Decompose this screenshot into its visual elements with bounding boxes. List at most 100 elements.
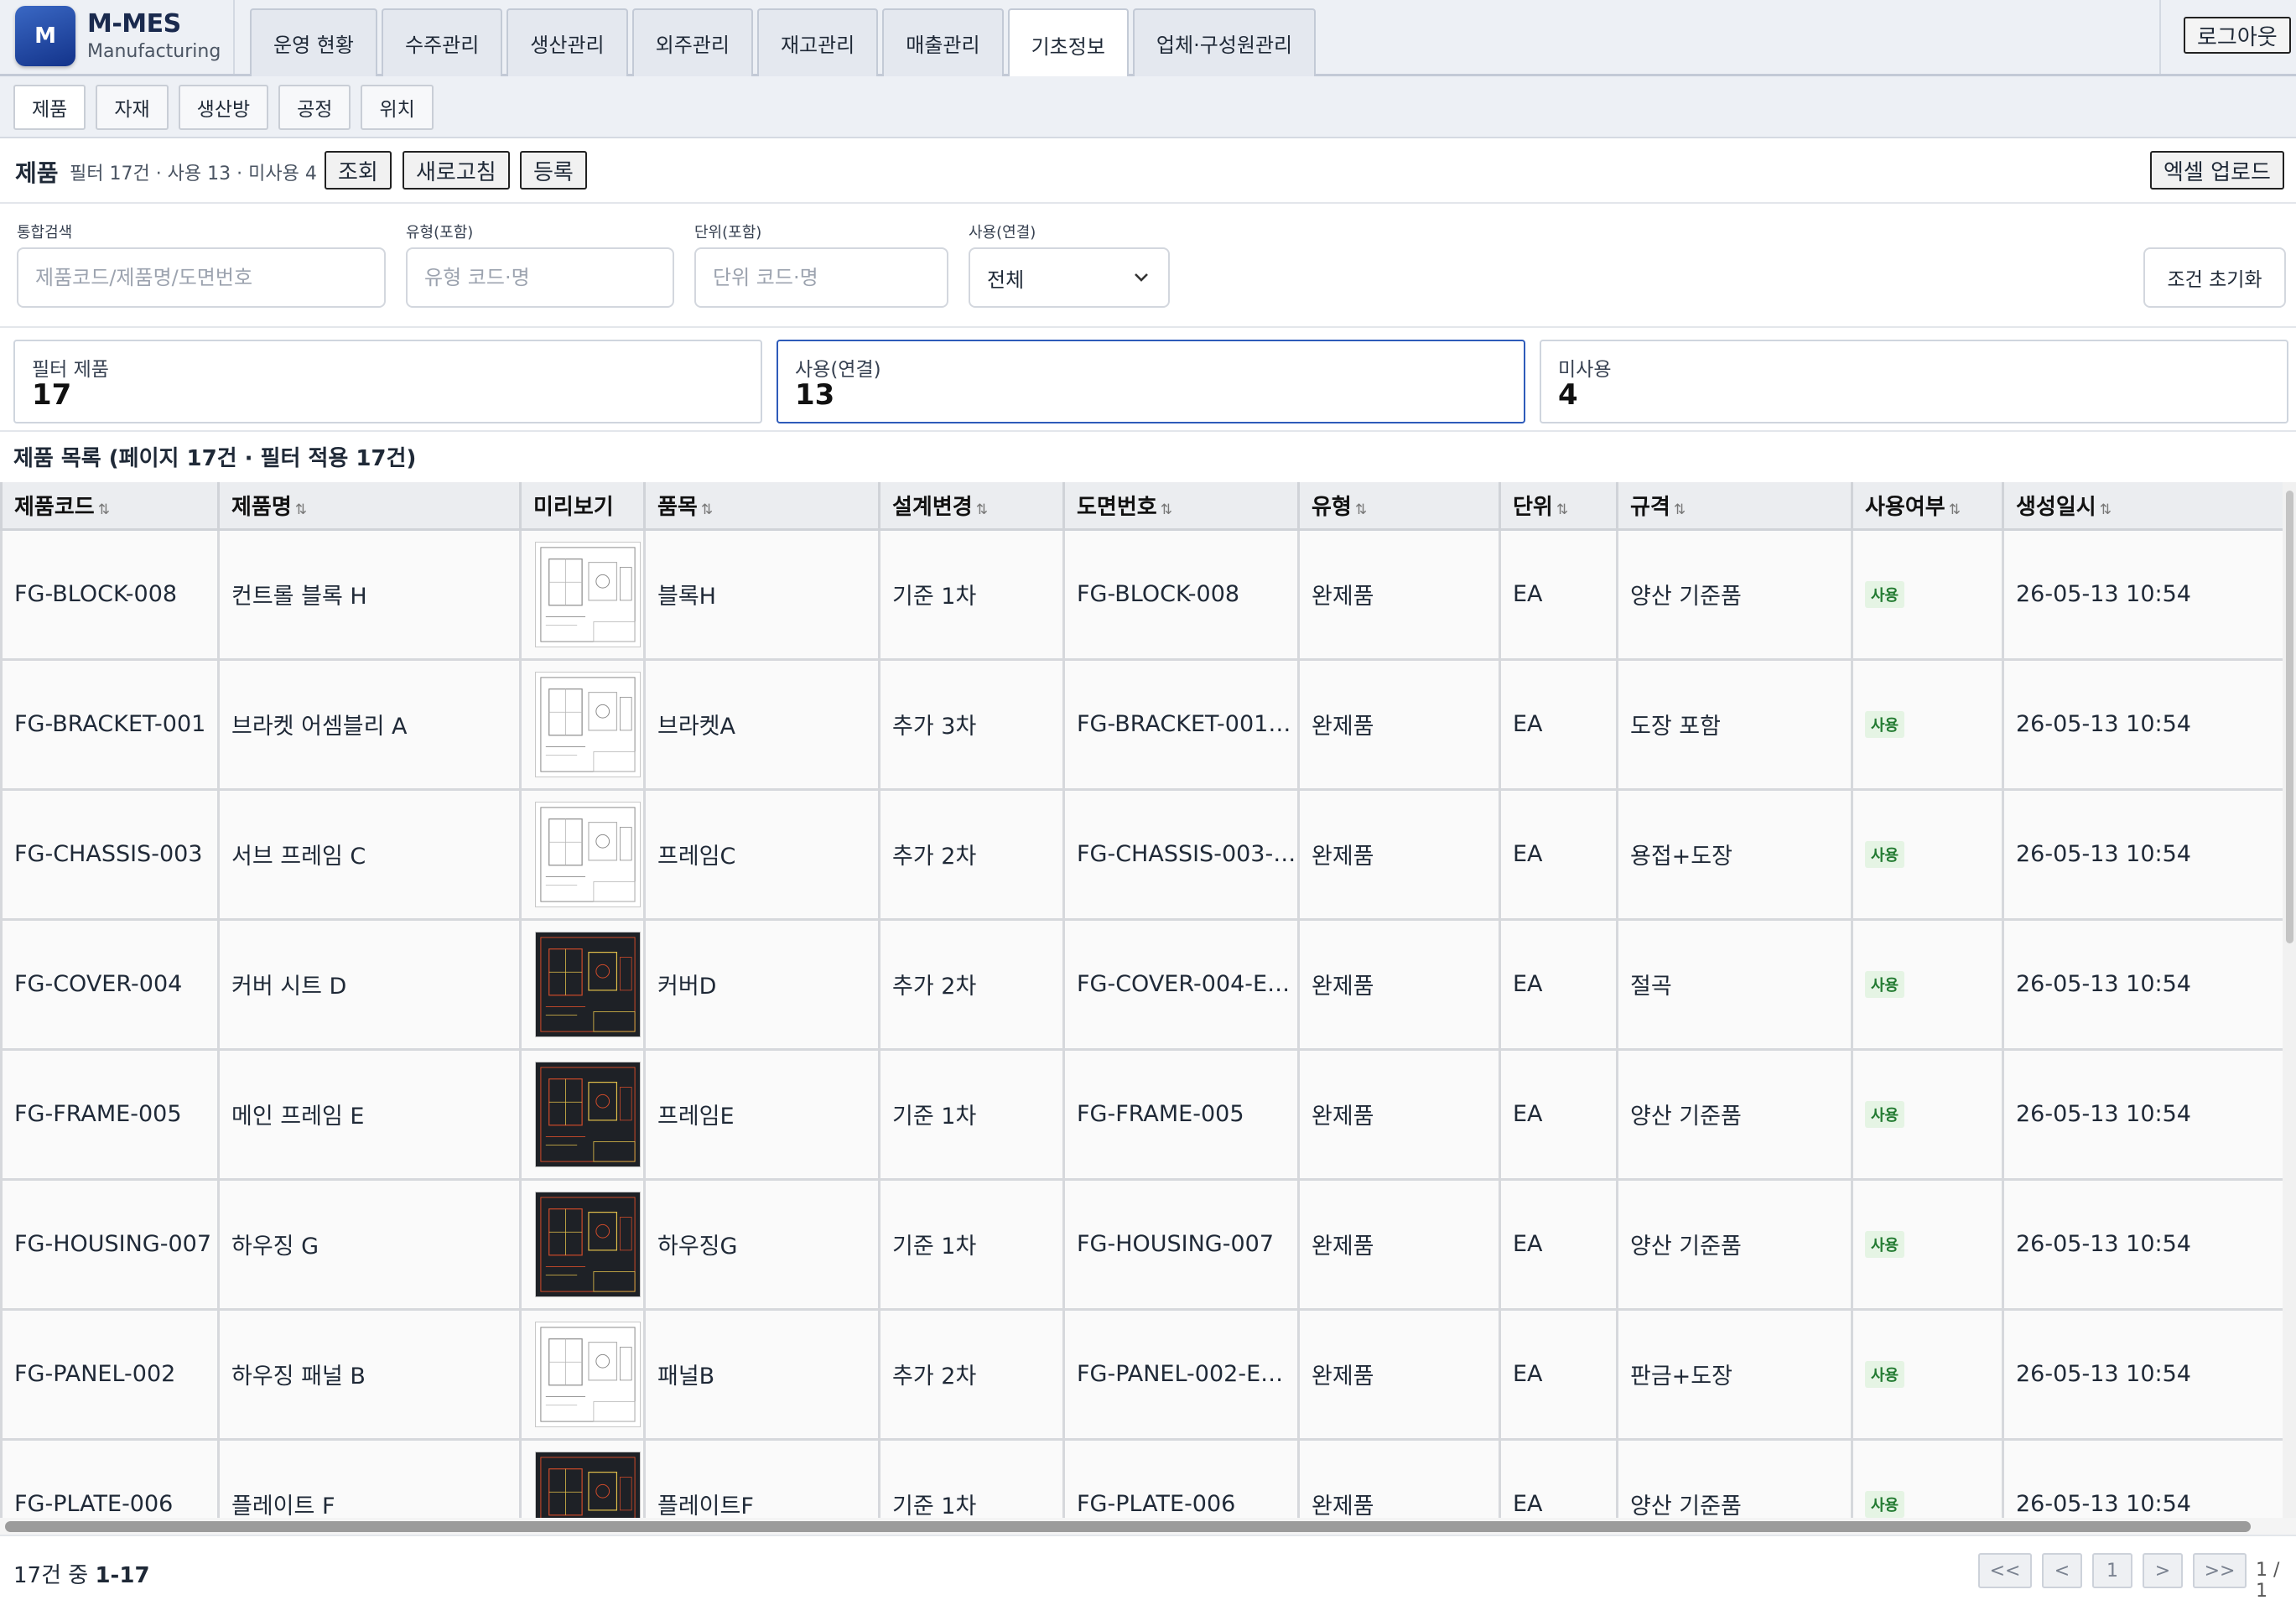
- tab-orders[interactable]: 수주관리: [381, 8, 503, 76]
- product-code-cell: FG-HOUSING-007: [0, 1177, 220, 1311]
- status-badge: 사용: [1865, 1231, 1905, 1258]
- scroll-thumb[interactable]: [5, 1521, 2251, 1532]
- type-cell: 완제품: [1297, 787, 1501, 921]
- created-at-cell: 26-05-13 10:54: [2002, 1177, 2283, 1311]
- column-header[interactable]: 규격 ⇅: [1616, 482, 1853, 531]
- type-cell: 완제품: [1297, 657, 1501, 791]
- drawing-thumbnail-icon: [535, 801, 641, 907]
- column-header[interactable]: 사용여부 ⇅: [1851, 482, 2004, 531]
- sort-icon: ⇅: [1160, 501, 1172, 518]
- status-cell: 사용: [1851, 787, 2004, 921]
- status-badge: 사용: [1865, 581, 1905, 608]
- created-at-cell: 26-05-13 10:54: [2002, 1437, 2283, 1518]
- last-page-button[interactable]: >>: [2193, 1553, 2247, 1588]
- unit-cell: EA: [1499, 1307, 1618, 1441]
- product-name-cell: 서브 프레임 C: [217, 787, 522, 921]
- subtab-product[interactable]: 제품: [13, 85, 86, 130]
- page-info: 1 / 1: [2256, 1560, 2280, 1600]
- filtered-products-card[interactable]: 필터 제품 17: [13, 340, 762, 423]
- search-button[interactable]: 조회: [325, 151, 392, 190]
- column-header[interactable]: 제품명 ⇅: [217, 482, 522, 531]
- vertical-scrollbar[interactable]: [2283, 482, 2296, 1518]
- preview-cell: [519, 787, 646, 921]
- column-header[interactable]: 제품코드 ⇅: [0, 482, 220, 531]
- type-cell: 완제품: [1297, 1437, 1501, 1518]
- product-name-cell: 메인 프레임 E: [217, 1047, 522, 1181]
- current-page-button[interactable]: 1: [2092, 1553, 2132, 1588]
- count-range: 1-17: [95, 1563, 150, 1588]
- subtab-production-room[interactable]: 생산방: [178, 85, 269, 130]
- created-at-cell: 26-05-13 10:54: [2002, 1047, 2283, 1181]
- main-tabs: 운영 현황 수주관리 생산관리 외주관리 재고관리 매출관리 기초정보 업체·구…: [250, 8, 1317, 79]
- drawing-thumbnail-icon: [535, 541, 641, 647]
- item-cell: 커버D: [643, 917, 880, 1051]
- app-logo[interactable]: M M-MES Manufacturing: [15, 6, 231, 71]
- top-navigation-bar: M M-MES Manufacturing 운영 현황 수주관리 생산관리 외주…: [0, 0, 2296, 79]
- card-value: 4: [1558, 378, 1578, 412]
- preview-cell: [519, 1437, 646, 1518]
- tab-production[interactable]: 생산관리: [506, 8, 628, 76]
- tab-partners-members[interactable]: 업체·구성원관리: [1132, 8, 1317, 76]
- product-name-cell: 커버 시트 D: [217, 917, 522, 1051]
- table-row[interactable]: FG-CHASSIS-003 서브 프레임 C 프레임C 추가 2차 FG-CHASSI…: [0, 787, 2283, 921]
- first-page-button[interactable]: <<: [1978, 1553, 2032, 1588]
- status-badge: 사용: [1865, 1361, 1905, 1388]
- product-name-cell: 플레이트 F: [217, 1437, 522, 1518]
- table-row[interactable]: FG-FRAME-005 메인 프레임 E 프레임E 기준 1차 FG-FRAME-00…: [0, 1047, 2283, 1181]
- column-header[interactable]: 품목 ⇅: [643, 482, 880, 531]
- table-row[interactable]: FG-BRACKET-001 브라켓 어셈블리 A 브라켓A 추가 3차 FG-BRAC…: [0, 657, 2283, 791]
- used-products-card[interactable]: 사용(연결) 13: [777, 340, 1525, 423]
- tab-outsourcing[interactable]: 외주관리: [631, 8, 753, 76]
- column-header[interactable]: 단위 ⇅: [1499, 482, 1618, 531]
- register-button[interactable]: 등록: [520, 151, 587, 190]
- status-cell: 사용: [1851, 1307, 2004, 1441]
- next-page-button[interactable]: >: [2143, 1553, 2183, 1588]
- column-header[interactable]: 도면번호 ⇅: [1062, 482, 1300, 531]
- excel-upload-button[interactable]: 엑셀 업로드: [2150, 151, 2284, 190]
- status-cell: 사용: [1851, 657, 2004, 791]
- horizontal-scrollbar[interactable]: [0, 1518, 2296, 1535]
- unused-products-card[interactable]: 미사용 4: [1540, 340, 2288, 423]
- table-row[interactable]: FG-HOUSING-007 하우징 G 하우징G 기준 1차 FG-HOUSING-0…: [0, 1177, 2283, 1311]
- card-label: 미사용: [1558, 359, 1612, 381]
- scroll-thumb[interactable]: [2286, 491, 2293, 943]
- table-row[interactable]: FG-BLOCK-008 컨트롤 블록 H 블록H 기준 1차 FG-BLOCK-008…: [0, 527, 2283, 661]
- subtab-process[interactable]: 공정: [278, 85, 351, 130]
- product-code-cell: FG-COVER-004: [0, 917, 220, 1051]
- status-badge: 사용: [1865, 1491, 1905, 1518]
- unit-input[interactable]: [694, 247, 948, 308]
- drawing-thumbnail-icon: [535, 1191, 641, 1297]
- item-cell: 하우징G: [643, 1177, 880, 1311]
- spec-cell: 양산 기준품: [1616, 527, 1853, 661]
- tab-inventory[interactable]: 재고관리: [756, 8, 879, 76]
- tab-operations[interactable]: 운영 현황: [250, 8, 377, 76]
- tab-master-data[interactable]: 기초정보: [1007, 8, 1129, 79]
- created-at-cell: 26-05-13 10:54: [2002, 527, 2283, 661]
- logout-button[interactable]: 로그아웃: [2184, 17, 2291, 54]
- refresh-button[interactable]: 새로고침: [403, 151, 510, 190]
- unit-cell: EA: [1499, 1177, 1618, 1311]
- column-header[interactable]: 설계변경 ⇅: [878, 482, 1065, 531]
- prev-page-button[interactable]: <: [2042, 1553, 2082, 1588]
- card-value: 17: [32, 378, 72, 412]
- column-header[interactable]: 생성일시 ⇅: [2002, 482, 2283, 531]
- type-input[interactable]: [406, 247, 674, 308]
- card-label: 필터 제품: [32, 359, 109, 381]
- column-label: 단위: [1513, 494, 1553, 520]
- column-header[interactable]: 유형 ⇅: [1297, 482, 1501, 531]
- table-row[interactable]: FG-COVER-004 커버 시트 D 커버D 추가 2차 FG-COVER-004-…: [0, 917, 2283, 1051]
- drawing-number-cell: FG-BLOCK-008: [1062, 527, 1300, 661]
- tab-sales[interactable]: 매출관리: [882, 8, 1004, 76]
- item-cell: 브라켓A: [643, 657, 880, 791]
- subtab-location[interactable]: 위치: [361, 85, 434, 130]
- table-row[interactable]: FG-PANEL-002 하우징 패널 B 패널B 추가 2차 FG-PANEL-002…: [0, 1307, 2283, 1441]
- reset-filters-button[interactable]: 조건 초기화: [2143, 247, 2286, 308]
- usage-select[interactable]: 전체: [969, 247, 1170, 308]
- search-input[interactable]: [17, 247, 386, 308]
- filter-stats: 필터 17건 · 사용 13 · 미사용 4: [70, 164, 317, 184]
- sort-icon: ⇅: [294, 501, 308, 518]
- column-label: 제품코드: [14, 494, 95, 520]
- subtab-material[interactable]: 자재: [96, 85, 169, 130]
- table-row[interactable]: FG-PLATE-006 플레이트 F 플레이트F 기준 1차 FG-PLATE-006…: [0, 1437, 2283, 1518]
- created-at-cell: 26-05-13 10:54: [2002, 917, 2283, 1051]
